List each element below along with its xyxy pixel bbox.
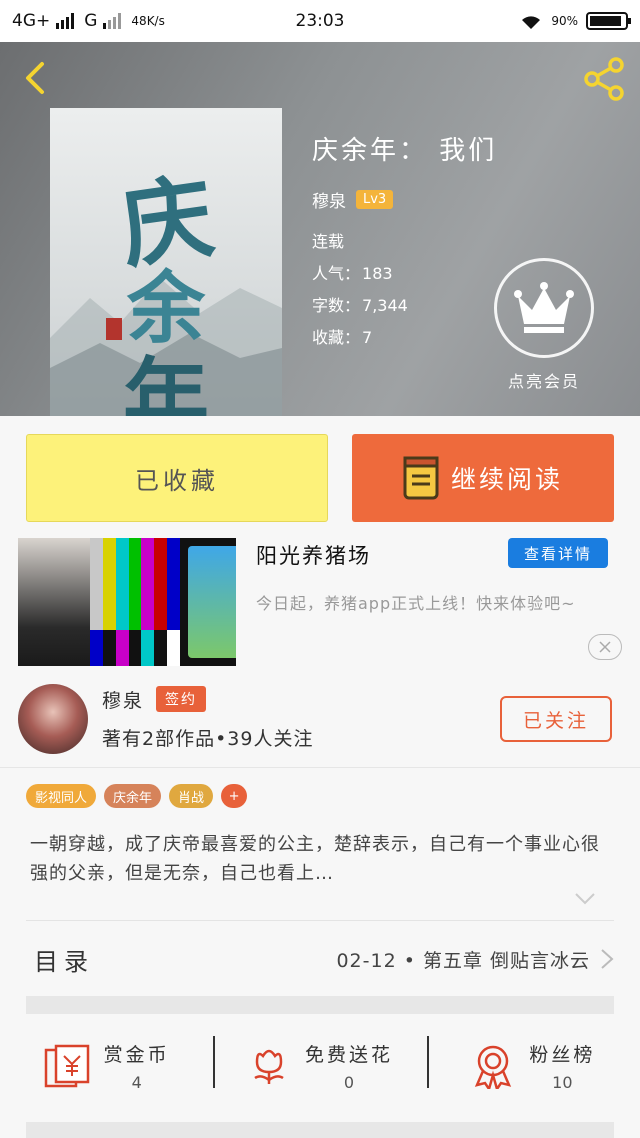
chevron-down-icon[interactable] — [574, 892, 596, 906]
tag-item[interactable]: 庆余年 — [104, 784, 162, 808]
fan-ranking-button[interactable]: 粉丝榜 10 — [426, 1026, 640, 1106]
vip-button[interactable] — [494, 258, 594, 358]
book-info: 庆余年： 我们 穆泉 Lv3 连载 人气： 183 字数： 7,344 收藏： 7 — [312, 130, 497, 354]
action-label: 免费送花 — [304, 1044, 393, 1066]
book-summary[interactable]: 一朝穿越，成了庆帝最喜爱的公主，楚辞表示，自己有一个事业心很强的父亲，但是无奈，… — [30, 830, 606, 888]
reward-coins-text: 赏金币 4 — [104, 1040, 170, 1092]
popularity-label: 人气： — [312, 264, 361, 283]
book-word-count: 字数： 7,344 — [312, 290, 497, 322]
signed-badge: 签约 — [156, 686, 206, 712]
action-label: 粉丝榜 — [529, 1044, 596, 1066]
section-separator-bottom — [26, 1122, 614, 1138]
follow-button[interactable]: 已关注 — [500, 696, 612, 742]
ad-detail-button[interactable]: 查看详情 — [508, 538, 608, 568]
continue-reading-label: 继续阅读 — [450, 465, 563, 494]
author-section: 穆泉 签约 著有2部作品•39人关注 已关注 — [0, 684, 640, 768]
action-label: 赏金币 — [103, 1044, 170, 1066]
action-bar: 赏金币 4 免费送花 0 粉丝榜 10 — [0, 1026, 640, 1106]
ad-title: 阳光养猪场 — [256, 544, 371, 568]
continue-reading-button[interactable]: 继续阅读 — [352, 434, 614, 522]
ad-description: 今日起，养猪app正式上线！快来体验吧~ — [256, 594, 576, 613]
status-left: 4G+ G 48K/s — [12, 11, 165, 31]
close-icon — [599, 641, 611, 653]
status-bar: 4G+ G 48K/s 23:03 90% — [0, 0, 640, 42]
action-count: 4 — [131, 1073, 142, 1092]
signal-strength-secondary-icon — [103, 13, 122, 29]
author-level-badge: Lv3 — [356, 190, 394, 209]
book-header: 庆 余 年 庆余年： 我们 穆泉 Lv3 连载 人气： 183 字数： 7,344 … — [0, 42, 640, 416]
author-name[interactable]: 穆泉 — [102, 686, 144, 713]
ad-close-button[interactable] — [588, 634, 622, 660]
divider — [26, 920, 614, 921]
book-author[interactable]: 穆泉 — [312, 187, 346, 212]
book-favorites: 收藏： 7 — [312, 322, 497, 354]
latest-chapter: 02-12 • 第五章 倒贴言冰云 — [336, 950, 590, 972]
ad-thumbnail-photo — [18, 538, 90, 666]
book-status: 连载 — [312, 232, 345, 251]
network-type-g: G — [84, 11, 98, 31]
words-value: 7,344 — [362, 296, 408, 315]
action-count: 10 — [552, 1073, 573, 1092]
flower-icon — [254, 1049, 284, 1084]
wifi-icon — [522, 16, 541, 29]
words-label: 字数： — [312, 296, 361, 315]
favorites-label: 收藏： — [312, 328, 361, 347]
ad-thumbnail-phone — [180, 538, 236, 666]
toc-label: 目录 — [34, 948, 94, 976]
vip-label[interactable]: 点亮会员 — [486, 368, 602, 392]
cover-title-char-3: 年 — [123, 348, 209, 416]
popularity-value: 183 — [362, 264, 393, 283]
add-tag-button[interactable]: + — [221, 784, 248, 808]
tag-item[interactable]: 肖战 — [169, 784, 214, 808]
ad-thumbnail[interactable] — [18, 538, 236, 666]
ad-banner[interactable]: 阳光养猪场 查看详情 今日起，养猪app正式上线！快来体验吧~ — [0, 534, 640, 694]
fan-ranking-icon — [475, 1045, 512, 1089]
collected-button[interactable]: 已收藏 — [26, 434, 328, 522]
action-count: 0 — [343, 1073, 355, 1092]
book-icon — [403, 456, 439, 500]
ad-thumbnail-colorbars-bottom — [90, 630, 181, 666]
author-stats: 著有2部作品•39人关注 — [102, 728, 314, 750]
book-popularity: 人气： 183 — [312, 258, 497, 290]
cover-seal-stamp — [106, 318, 122, 340]
tag-list: 影视同人 庆余年 肖战 + — [26, 784, 248, 808]
book-cover[interactable]: 庆 余 年 — [50, 108, 282, 416]
table-of-contents-row[interactable]: 目录 02-12 • 第五章 倒贴言冰云 — [0, 932, 640, 984]
gold-coin-icon — [44, 1044, 89, 1088]
book-meta: 连载 人气： 183 字数： 7,344 收藏： 7 — [312, 226, 497, 354]
network-speed: 48K/s — [131, 14, 165, 28]
battery-icon — [586, 12, 631, 30]
fan-ranking-text: 粉丝榜 10 — [529, 1040, 595, 1092]
chevron-right-icon — [601, 949, 614, 969]
section-separator — [26, 996, 614, 1014]
status-right: 90% — [519, 12, 631, 30]
avatar[interactable] — [18, 684, 88, 754]
send-flower-button[interactable]: 免费送花 0 — [213, 1026, 426, 1106]
ad-thumbnail-colorbars — [90, 538, 181, 630]
share-icon[interactable] — [580, 54, 630, 104]
send-flower-text: 免费送花 0 — [305, 1040, 393, 1092]
battery-percent: 90% — [551, 14, 578, 28]
network-type-4g: 4G+ — [12, 11, 51, 31]
crown-icon — [514, 282, 574, 333]
book-detail-content: 已收藏 继续阅读 阳光养猪场 查看详情 今日起，养猪app正式上线！快来体验吧~ — [0, 416, 640, 1138]
tag-item[interactable]: 影视同人 — [26, 784, 97, 808]
back-arrow-icon[interactable] — [16, 58, 56, 98]
book-author-row: 穆泉 Lv3 — [312, 187, 497, 212]
favorites-value: 7 — [362, 328, 373, 347]
reward-coins-button[interactable]: 赏金币 4 — [0, 1026, 213, 1106]
signal-strength-icon — [56, 13, 75, 29]
book-title: 庆余年： 我们 — [312, 136, 498, 166]
